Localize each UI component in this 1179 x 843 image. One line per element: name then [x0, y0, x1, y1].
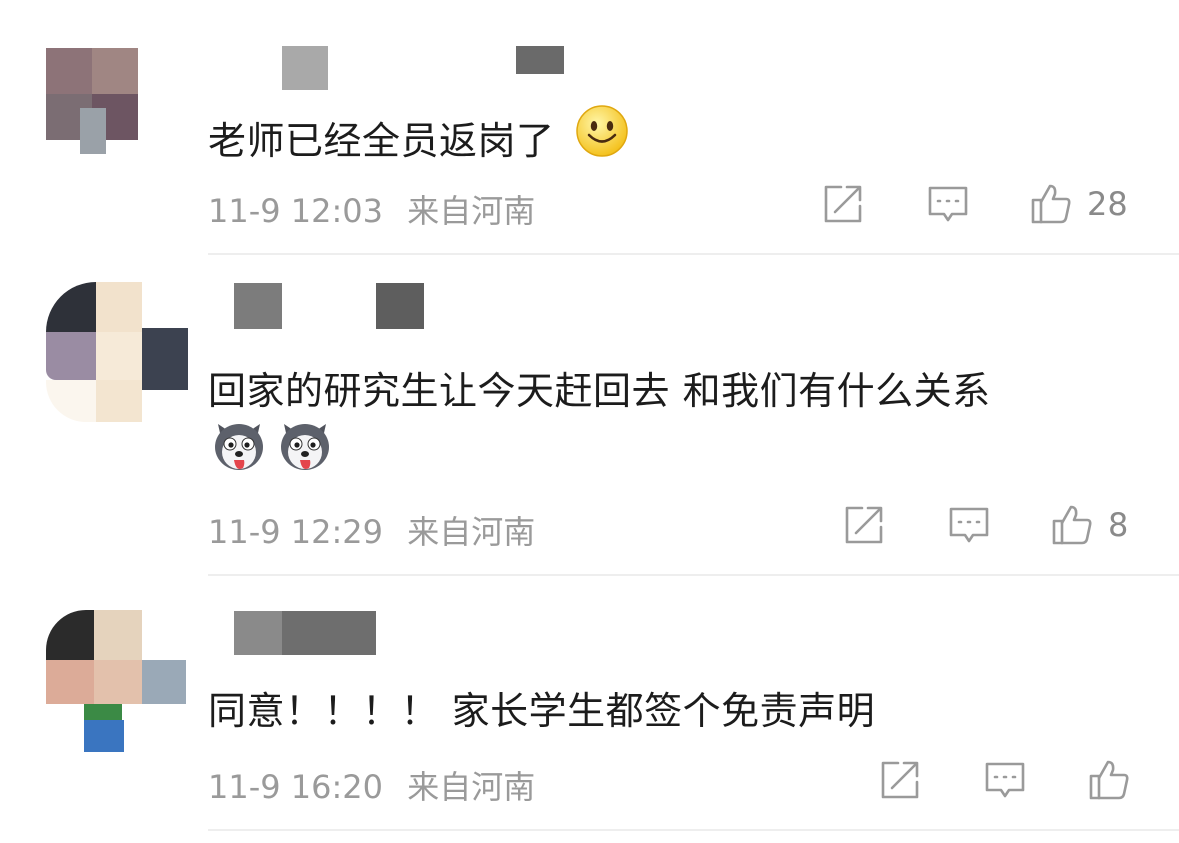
divider [208, 829, 1179, 831]
avatar[interactable] [46, 606, 186, 752]
comment-item: 同意！！！！ 家长学生都签个免责声明 11-9 16:20 来自河南 [0, 0, 1179, 843]
username-blurred [282, 611, 376, 655]
like-button[interactable] [1087, 758, 1131, 802]
comment-text: 同意！！！！ 家长学生都签个免责声明 [208, 689, 876, 733]
reply-button[interactable] [983, 758, 1027, 802]
thumbs-up-icon [1089, 760, 1129, 800]
comment-actions [0, 758, 1179, 802]
username-blurred[interactable] [234, 611, 282, 655]
share-button[interactable] [878, 758, 922, 802]
share-icon [881, 761, 919, 799]
comment-icon [985, 762, 1025, 798]
